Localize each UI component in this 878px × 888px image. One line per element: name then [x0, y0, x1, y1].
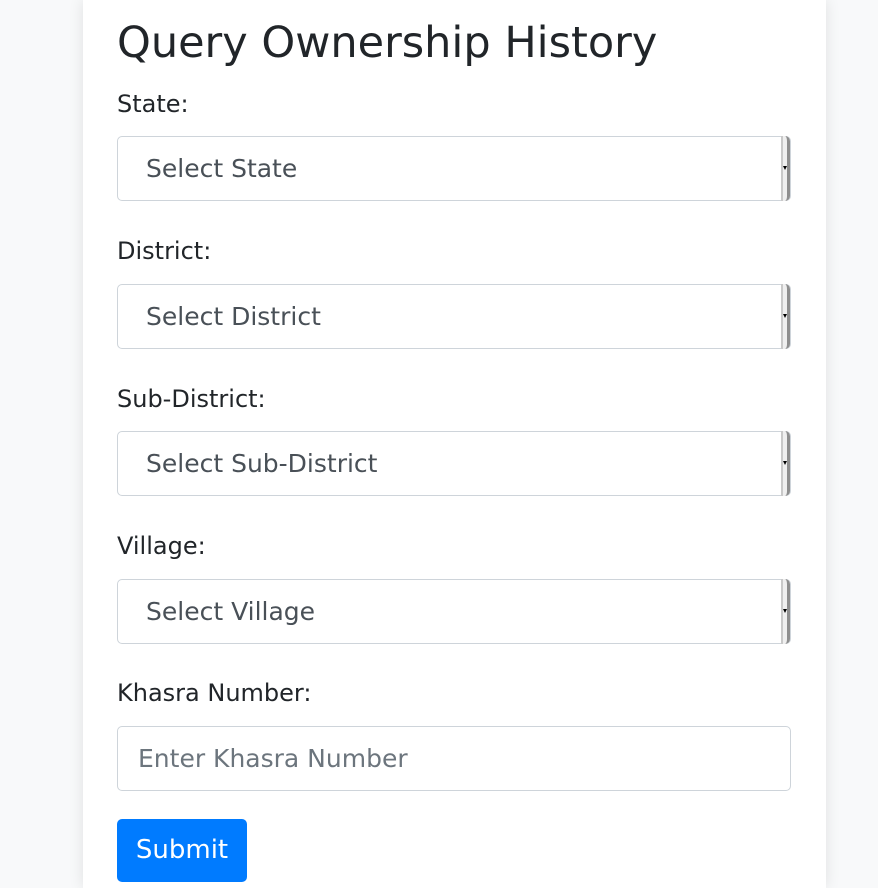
sub-district-label: Sub-District: [117, 385, 266, 413]
khasra-number-label: Khasra Number: [117, 679, 312, 707]
village-select-value: Select Village [146, 597, 316, 626]
state-select-value: Select State [146, 154, 298, 183]
district-select[interactable]: Select District [117, 284, 791, 349]
district-dropdown-arrow[interactable] [781, 284, 790, 349]
caret-down-icon [783, 461, 787, 465]
state-label: State: [117, 90, 189, 118]
state-dropdown-arrow[interactable] [781, 136, 790, 201]
khasra-number-input[interactable] [117, 726, 791, 791]
submit-button[interactable]: Submit [117, 819, 247, 882]
village-select[interactable]: Select Village [117, 579, 791, 644]
village-label: Village: [117, 532, 206, 560]
form-card: Query Ownership History State: Select St… [83, 0, 826, 888]
village-dropdown-arrow[interactable] [781, 579, 790, 644]
caret-down-icon [783, 166, 787, 170]
district-select-value: Select District [146, 302, 321, 331]
sub-district-select[interactable]: Select Sub-District [117, 431, 791, 496]
sub-district-select-value: Select Sub-District [146, 449, 378, 478]
sub-district-dropdown-arrow[interactable] [781, 431, 790, 496]
district-label: District: [117, 237, 212, 265]
caret-down-icon [783, 314, 787, 318]
caret-down-icon [783, 609, 787, 613]
page-title: Query Ownership History [117, 18, 658, 68]
state-select[interactable]: Select State [117, 136, 791, 201]
